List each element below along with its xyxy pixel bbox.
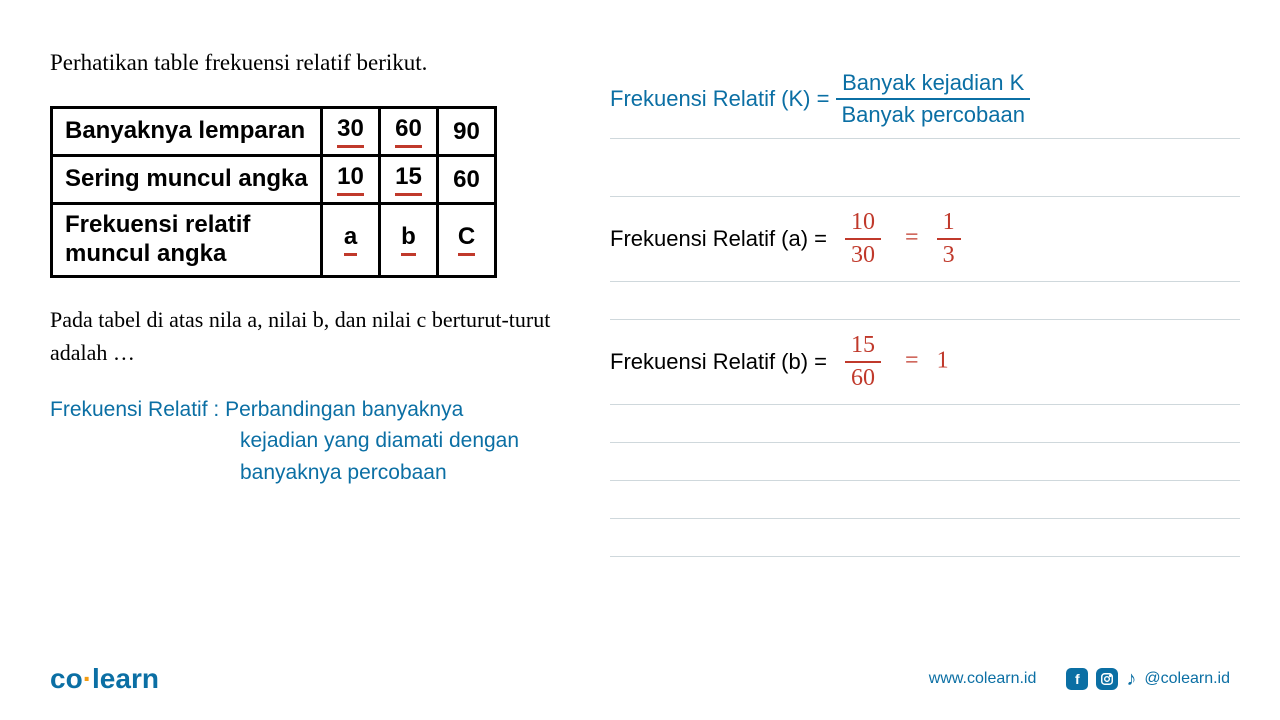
question-text: Pada tabel di atas nila a, nilai b, dan … [50,303,580,369]
ruled-line [610,443,1240,481]
calculation-b: Frekuensi Relatif (b) = 15 60 = 1 [610,320,1240,405]
cell: 15 [380,156,438,204]
frequency-table: Banyaknya lemparan 30 60 90 Sering muncu… [50,106,497,278]
cell: 60 [380,108,438,156]
table-row: Frekuensi relatif muncul angka a b C [52,204,496,277]
cell: 10 [322,156,380,204]
cell: 60 [438,156,496,204]
cell: 30 [322,108,380,156]
ruled-line [610,282,1240,320]
row-label: Frekuensi relatif muncul angka [52,204,322,277]
ruled-line [610,159,1240,197]
ruled-line [610,519,1240,557]
cell: 90 [438,108,496,156]
social-handle: @colearn.id [1144,670,1230,688]
facebook-icon: f [1066,668,1088,690]
row-label: Banyaknya lemparan [52,108,322,156]
colearn-logo: co·learn [50,663,159,695]
problem-title: Perhatikan table frekuensi relatif berik… [50,50,580,76]
formula-definition: Frekuensi Relatif (K) = Banyak kejadian … [610,70,1240,139]
cell: b [380,204,438,277]
cell: a [322,204,380,277]
calculation-a: Frekuensi Relatif (a) = 10 30 = 1 3 [610,197,1240,282]
table-row: Banyaknya lemparan 30 60 90 [52,108,496,156]
row-label: Sering muncul angka [52,156,322,204]
footer-url: www.colearn.id [929,670,1037,688]
social-icons: f ♪ @colearn.id [1066,668,1230,691]
ruled-line [610,405,1240,443]
footer: co·learn www.colearn.id f ♪ @colearn.id [0,663,1280,695]
ruled-line [610,481,1240,519]
tiktok-icon: ♪ [1126,668,1136,691]
table-row: Sering muncul angka 10 15 60 [52,156,496,204]
cell: C [438,204,496,277]
definition-text: Frekuensi Relatif : Perbandingan banyakn… [50,394,580,489]
instagram-icon [1096,668,1118,690]
